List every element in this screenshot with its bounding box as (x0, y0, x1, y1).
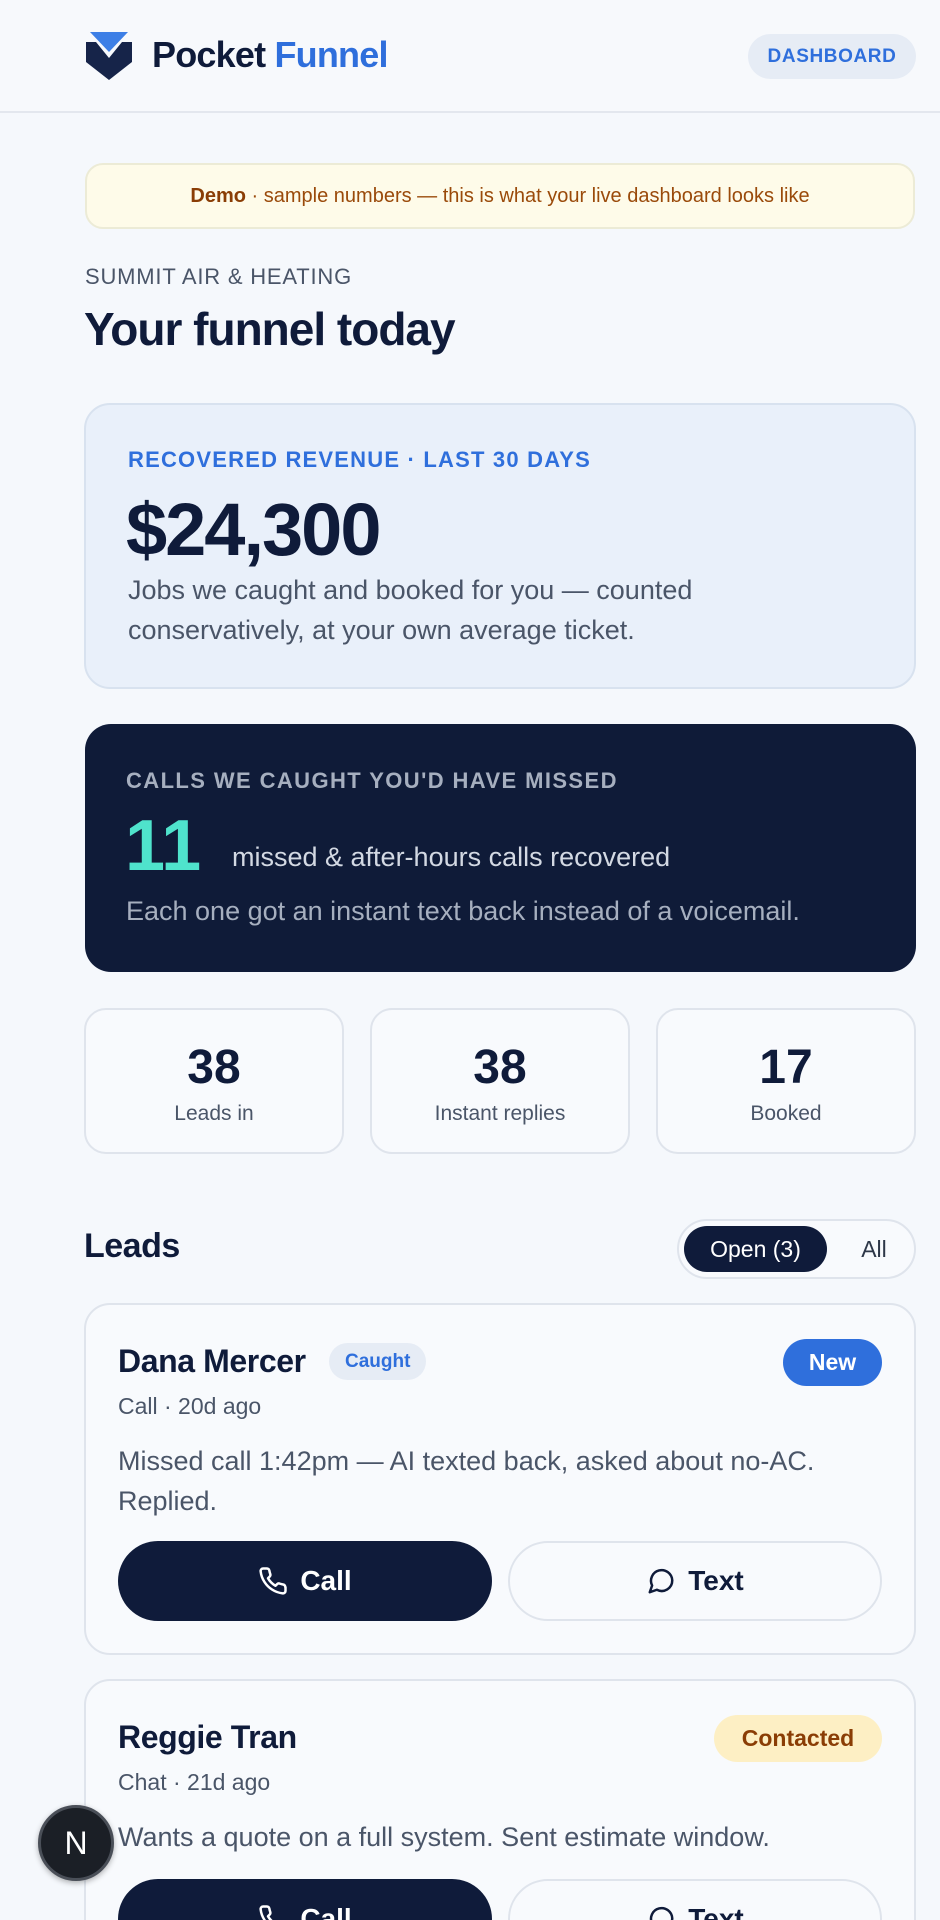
leads-filter-toggle: Open (3) All (677, 1219, 916, 1279)
lead-name: Dana Mercer (118, 1343, 306, 1379)
text-button[interactable]: Text (508, 1541, 882, 1621)
funnel-chevron-icon[interactable] (86, 32, 132, 80)
call-button[interactable]: Call (118, 1879, 492, 1920)
calls-kicker: CALLS WE CAUGHT YOU'D HAVE MISSED (126, 768, 618, 793)
next-dev-indicator-button[interactable]: N (38, 1805, 114, 1881)
lead-card[interactable]: Reggie Tran Contacted Chat · 21d ago Wan… (84, 1679, 916, 1920)
leads-heading: Leads (84, 1227, 180, 1265)
filter-open-tab[interactable]: Open (3) (684, 1226, 827, 1272)
brand-accent: Funnel (274, 34, 388, 75)
status-badge: New (783, 1339, 882, 1386)
lead-name: Reggie Tran (118, 1719, 297, 1755)
demo-banner: Demo · sample numbers — this is what you… (85, 163, 915, 229)
calls-description: Each one got an instant text back instea… (126, 896, 800, 926)
stat-value: 17 (759, 1041, 813, 1094)
status-badge: Contacted (714, 1715, 882, 1762)
revenue-kicker: RECOVERED REVENUE · LAST 30 DAYS (128, 447, 592, 472)
caught-calls-card: CALLS WE CAUGHT YOU'D HAVE MISSED 11 mis… (85, 724, 916, 972)
demo-text: · sample numbers — this is what your liv… (246, 184, 810, 207)
stat-instant-replies: 38 Instant replies (370, 1008, 630, 1154)
revenue-description: Jobs we caught and booked for you — coun… (128, 575, 693, 645)
text-button[interactable]: Text (508, 1879, 882, 1920)
call-label: Call (300, 1565, 352, 1596)
lead-note: Wants a quote on a full system. Sent est… (118, 1822, 770, 1852)
calls-label: missed & after-hours calls recovered (232, 842, 671, 872)
page-title: Your funnel today (84, 303, 456, 355)
message-bubble-icon (650, 1906, 674, 1920)
brand-primary: Pocket (152, 34, 266, 75)
phone-icon (259, 1567, 288, 1595)
message-bubble-icon (648, 1568, 674, 1594)
recovered-revenue-card: RECOVERED REVENUE · LAST 30 DAYS $24,300… (84, 403, 916, 689)
stat-label: Booked (750, 1102, 822, 1125)
stat-label: Leads in (174, 1102, 254, 1125)
lead-card[interactable]: Dana Mercer Caught New Call · 20d ago Mi… (84, 1303, 916, 1655)
stat-booked: 17 Booked (656, 1008, 916, 1154)
lead-meta: Call · 20d ago (118, 1393, 262, 1419)
lead-meta: Chat · 21d ago (118, 1769, 271, 1795)
text-label: Text (688, 1903, 744, 1920)
stat-value: 38 (473, 1041, 527, 1094)
dashboard-button[interactable]: DASHBOARD (748, 34, 916, 79)
call-button[interactable]: Call (118, 1541, 492, 1621)
filter-all-tab[interactable]: All (839, 1226, 909, 1272)
revenue-value: $24,300 (126, 488, 381, 571)
stat-leads-in: 38 Leads in (84, 1008, 344, 1154)
stat-label: Instant replies (434, 1102, 566, 1125)
text-label: Text (688, 1565, 744, 1596)
call-label: Call (300, 1903, 352, 1920)
calls-count: 11 (125, 806, 202, 886)
stat-value: 38 (187, 1041, 241, 1094)
lead-note: Missed call 1:42pm — AI texted back, ask… (118, 1446, 815, 1516)
company-name: SUMMIT AIR & HEATING (85, 264, 352, 289)
caught-tag: Caught (329, 1343, 427, 1380)
phone-icon (259, 1905, 273, 1920)
app-header: Pocket Funnel DASHBOARD (0, 0, 940, 113)
brand-name[interactable]: Pocket Funnel (152, 30, 388, 80)
demo-label: Demo (190, 184, 246, 207)
